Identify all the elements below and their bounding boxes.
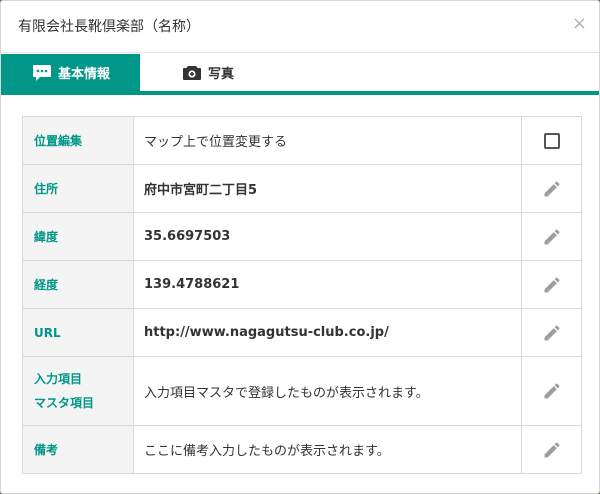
info-modal: 有限会社長靴倶楽部（名称） × 基本情報 写真 位置編集 マップ上で位置変更する…: [0, 0, 600, 494]
tab-basic-info-label: 基本情報: [58, 67, 111, 82]
table-row: 住所 府中市宮町二丁目5: [22, 164, 582, 213]
row-value: マップ上で位置変更する: [133, 116, 522, 165]
pencil-icon[interactable]: [542, 323, 562, 343]
camera-icon: [182, 64, 202, 82]
comment-icon: [32, 64, 52, 82]
row-label: 備考: [22, 425, 134, 474]
table-row: 緯度 35.6697503: [22, 212, 582, 261]
tab-photo[interactable]: 写真: [182, 54, 272, 91]
row-label: 住所: [22, 164, 134, 213]
modal-header: 有限会社長靴倶楽部（名称） ×: [1, 1, 599, 53]
row-value: 入力項目マスタで登録したものが表示されます。: [133, 356, 522, 426]
row-label-line: マスタ項目: [34, 396, 95, 410]
info-table: 位置編集 マップ上で位置変更する 住所 府中市宮町二丁目5 緯度 35.6697…: [22, 116, 582, 474]
table-row: URL http://www.nagagutsu-club.co.jp/: [22, 308, 582, 357]
row-label: 緯度: [22, 212, 134, 261]
close-icon[interactable]: ×: [572, 14, 587, 34]
row-value: 府中市宮町二丁目5: [133, 164, 522, 213]
row-value: ここに備考入力したものが表示されます。: [133, 425, 522, 474]
modal-title: 有限会社長靴倶楽部（名称）: [18, 19, 200, 35]
row-label: 入力項目 マスタ項目: [22, 356, 134, 426]
pencil-icon[interactable]: [542, 275, 562, 295]
row-label: URL: [22, 308, 134, 357]
table-row: 経度 139.4788621: [22, 260, 582, 309]
row-label: 位置編集: [22, 116, 134, 165]
table-row: 備考 ここに備考入力したものが表示されます。: [22, 425, 582, 474]
row-value: 35.6697503: [133, 212, 522, 261]
tab-basic-info[interactable]: 基本情報: [1, 54, 140, 91]
pencil-icon[interactable]: [542, 381, 562, 401]
row-value: http://www.nagagutsu-club.co.jp/: [133, 308, 522, 357]
row-value: 139.4788621: [133, 260, 522, 309]
row-label: 経度: [22, 260, 134, 309]
pencil-icon[interactable]: [542, 440, 562, 460]
pencil-icon[interactable]: [542, 179, 562, 199]
tab-bar: 基本情報 写真: [1, 54, 599, 95]
table-row: 入力項目 マスタ項目 入力項目マスタで登録したものが表示されます。: [22, 356, 582, 426]
row-label-line: 入力項目: [34, 372, 83, 386]
tab-photo-label: 写真: [208, 67, 235, 82]
position-edit-checkbox[interactable]: [543, 132, 560, 149]
pencil-icon[interactable]: [542, 227, 562, 247]
table-row: 位置編集 マップ上で位置変更する: [22, 116, 582, 165]
